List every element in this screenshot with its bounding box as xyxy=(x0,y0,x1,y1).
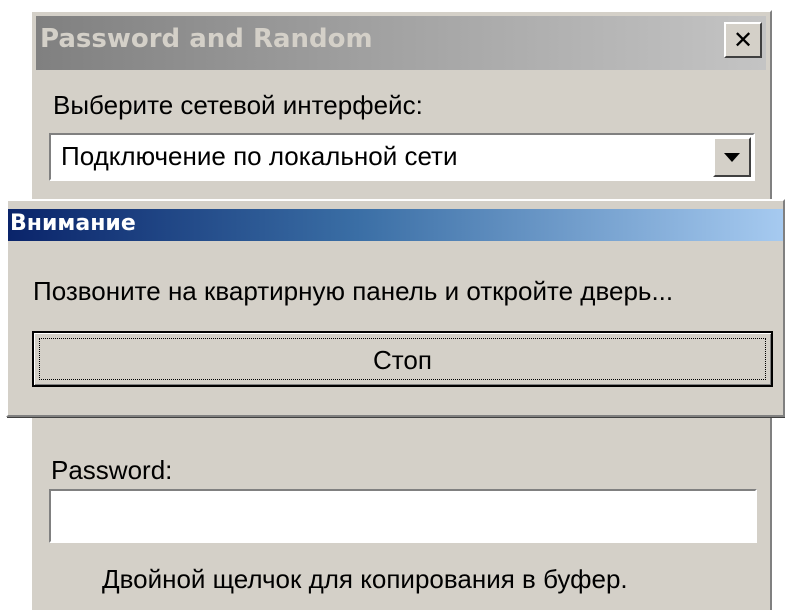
main-titlebar[interactable]: Password and Random ✕ xyxy=(36,16,766,70)
interface-select[interactable]: Подключение по локальной сети xyxy=(49,133,755,181)
stop-button-label: Стоп xyxy=(373,345,432,375)
dialog-titlebar[interactable]: Внимание xyxy=(8,209,783,241)
close-button[interactable]: ✕ xyxy=(724,22,762,58)
stop-button[interactable]: Стоп xyxy=(32,331,773,387)
close-icon: ✕ xyxy=(732,26,754,54)
password-label: Password: xyxy=(51,455,173,485)
main-window-title: Password and Random xyxy=(40,24,373,54)
interface-label: Выберите сетевой интерфейс: xyxy=(53,90,423,120)
interface-select-dropdown-button[interactable] xyxy=(713,137,751,177)
chevron-down-icon xyxy=(724,152,740,162)
dialog-message: Позвоните на квартирную панель и откройт… xyxy=(33,276,674,306)
attention-dialog: Внимание Позвоните на квартирную панель … xyxy=(6,199,785,417)
password-field[interactable] xyxy=(49,489,757,543)
copy-hint: Двойной щелчок для копирования в буфер. xyxy=(102,564,628,594)
dialog-title: Внимание xyxy=(10,211,136,236)
interface-select-value: Подключение по локальной сети xyxy=(61,141,458,171)
